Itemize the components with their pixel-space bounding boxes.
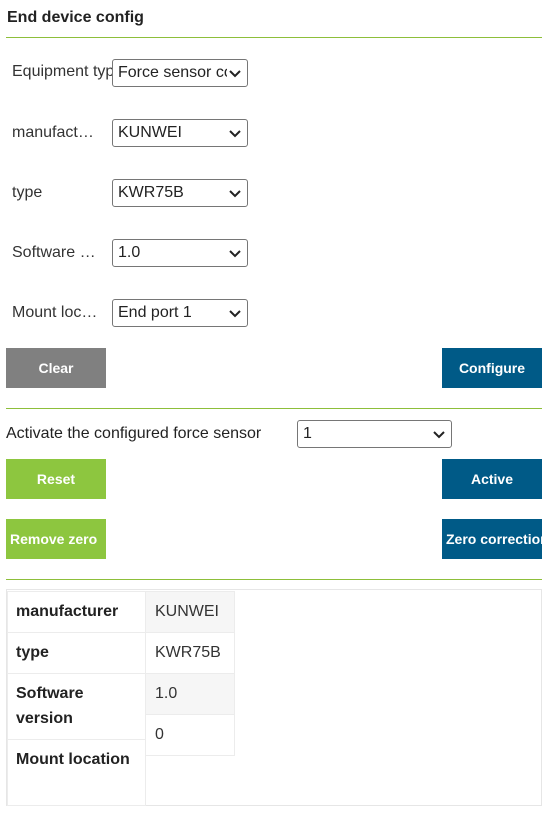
software-version-select[interactable]: 1.0 bbox=[112, 239, 248, 267]
type-label: type bbox=[12, 184, 43, 201]
equipment-type-select[interactable]: Force sensor config bbox=[112, 59, 248, 87]
chevron-down-icon bbox=[229, 70, 241, 78]
divider bbox=[6, 408, 542, 409]
equipment-type-value: Force sensor config bbox=[118, 64, 227, 81]
equipment-type-label: Equipment type bbox=[12, 63, 112, 80]
page-title: End device config bbox=[7, 9, 144, 26]
activate-sensor-select[interactable]: 1 bbox=[297, 420, 452, 448]
configure-button[interactable]: Configure bbox=[442, 348, 542, 388]
active-button[interactable]: Active bbox=[442, 459, 542, 499]
divider bbox=[6, 579, 542, 580]
chevron-down-icon bbox=[229, 190, 241, 198]
info-value-mount-location: 0 bbox=[145, 714, 235, 756]
reset-button[interactable]: Reset bbox=[6, 459, 106, 499]
activate-label: Activate the configured force sensor bbox=[6, 425, 262, 442]
info-key-software-version: Software version bbox=[7, 673, 146, 740]
manufacturer-label: manufacturer bbox=[12, 124, 100, 141]
info-key-manufacturer: manufacturer bbox=[7, 591, 146, 633]
chevron-down-icon bbox=[433, 431, 445, 439]
activate-sensor-value: 1 bbox=[303, 425, 312, 442]
software-version-label: Software version bbox=[12, 244, 100, 261]
mount-location-select[interactable]: End port 1 bbox=[112, 299, 248, 327]
manufacturer-value: KUNWEI bbox=[118, 124, 182, 141]
chevron-down-icon bbox=[229, 250, 241, 258]
manufacturer-select[interactable]: KUNWEI bbox=[112, 119, 248, 147]
zero-correction-button[interactable]: Zero correction bbox=[442, 519, 542, 559]
info-key-mount-location: Mount location bbox=[7, 739, 146, 806]
chevron-down-icon bbox=[229, 310, 241, 318]
divider bbox=[6, 37, 542, 38]
chevron-down-icon bbox=[229, 130, 241, 138]
software-version-value: 1.0 bbox=[118, 244, 141, 261]
type-value: KWR75B bbox=[118, 184, 184, 201]
remove-zero-button[interactable]: Remove zero bbox=[6, 519, 106, 559]
mount-location-value: End port 1 bbox=[118, 304, 192, 321]
info-value-type: KWR75B bbox=[145, 632, 235, 674]
info-value-manufacturer: KUNWEI bbox=[145, 591, 235, 633]
mount-location-label: Mount location bbox=[12, 304, 100, 321]
info-value-software-version: 1.0 bbox=[145, 673, 235, 715]
type-select[interactable]: KWR75B bbox=[112, 179, 248, 207]
clear-button[interactable]: Clear bbox=[6, 348, 106, 388]
info-key-type: type bbox=[7, 632, 146, 674]
